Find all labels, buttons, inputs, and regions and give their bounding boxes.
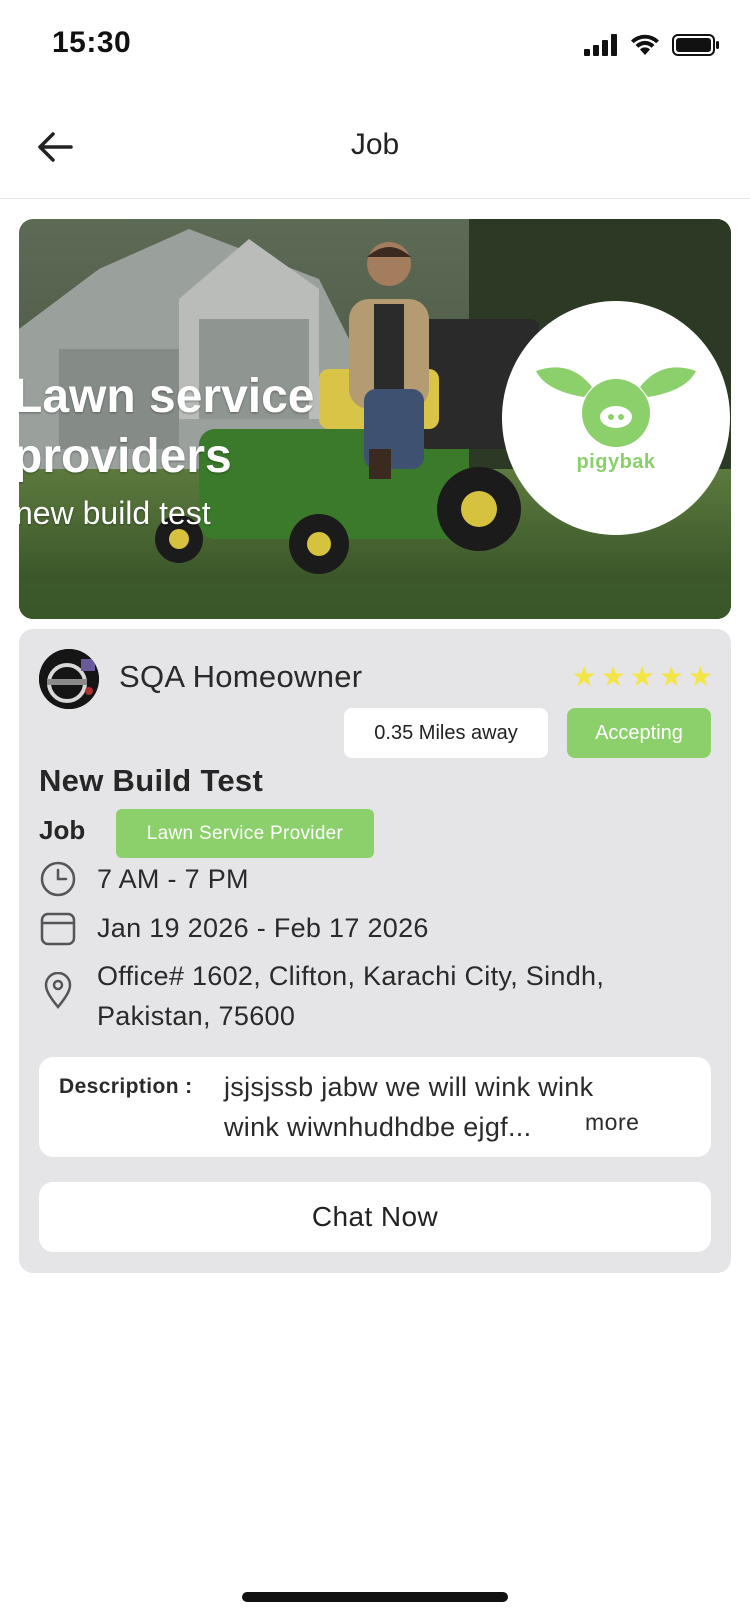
page-title: Job xyxy=(350,128,400,161)
status-badge: Accepting xyxy=(567,708,711,758)
owner-name: SQA Homeowner xyxy=(119,659,363,694)
avatar[interactable] xyxy=(39,649,99,709)
time-row: 7 AM - 7 PM xyxy=(39,859,249,899)
job-title: New Build Test xyxy=(39,763,264,798)
clock-icon xyxy=(40,861,76,897)
description-line-1: jsjsjssb jabw we will wink wink xyxy=(224,1072,594,1102)
time-range: 7 AM - 7 PM xyxy=(97,864,249,894)
status-time: 15:30 xyxy=(52,26,132,59)
star-icon: ★ xyxy=(600,661,626,692)
home-indicator xyxy=(242,1592,508,1602)
status-bar: 15:30 xyxy=(0,0,750,90)
job-banner: Lawn service providers new build test pi… xyxy=(19,219,731,619)
star-icon: ★ xyxy=(658,661,684,692)
star-icon: ★ xyxy=(629,661,655,692)
date-range: Jan 19 2026 - Feb 17 2026 xyxy=(97,913,429,943)
job-card: SQA Homeowner ★ ★ ★ ★ ★ 0.35 Miles away … xyxy=(19,629,731,1273)
battery-icon xyxy=(672,34,719,56)
banner-subtitle: new build test xyxy=(19,495,211,531)
status-icons xyxy=(584,30,720,60)
chat-now-button[interactable]: Chat Now xyxy=(39,1182,711,1252)
star-icon: ★ xyxy=(571,661,597,692)
navbar: Job xyxy=(0,100,750,199)
star-icon: ★ xyxy=(687,661,713,692)
rating-stars: ★ ★ ★ ★ ★ xyxy=(571,663,713,691)
signal-icon xyxy=(584,34,617,56)
brand-logo: pigybak xyxy=(502,301,730,535)
banner-title: Lawn service providers xyxy=(19,370,315,483)
address: Office# 1602, Clifton, Karachi City, Sin… xyxy=(97,956,604,1036)
description-box: Description : jsjsjssb jabw we will wink… xyxy=(39,1057,711,1157)
avatar-image xyxy=(39,649,99,709)
description-label: Description : xyxy=(59,1075,193,1098)
address-line-2: Pakistan, 75600 xyxy=(97,1001,296,1031)
brand-name: pigybak xyxy=(576,451,656,473)
wifi-icon xyxy=(631,34,659,55)
date-row: Jan 19 2026 - Feb 17 2026 xyxy=(39,908,429,948)
address-row: Office# 1602, Clifton, Karachi City, Sin… xyxy=(39,956,604,1036)
category-badge: Lawn Service Provider xyxy=(116,809,374,858)
calendar-icon xyxy=(40,912,76,946)
pig-logo-icon xyxy=(536,367,696,447)
job-type-label: Job xyxy=(39,815,86,845)
location-pin-icon xyxy=(44,972,72,1009)
more-link[interactable]: more xyxy=(585,1109,639,1136)
address-line-1: Office# 1602, Clifton, Karachi City, Sin… xyxy=(97,961,605,991)
distance-badge: 0.35 Miles away xyxy=(344,708,548,758)
